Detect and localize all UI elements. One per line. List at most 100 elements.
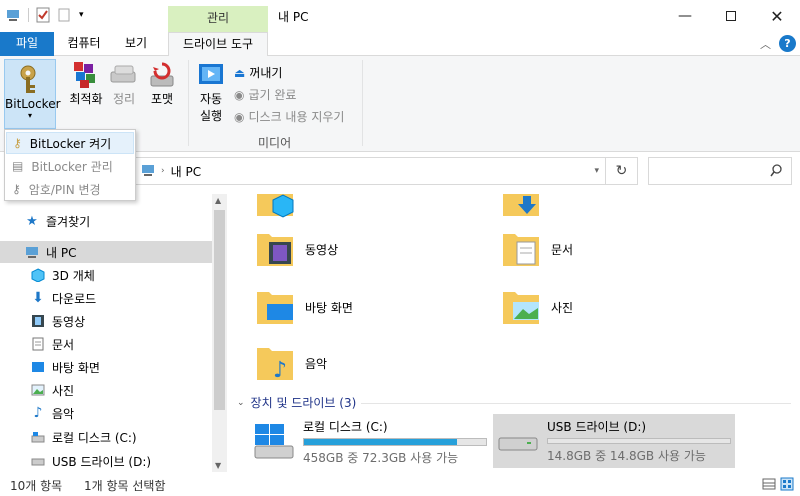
music-icon: ♪ (33, 405, 43, 421)
refresh-icon: ↻ (615, 163, 628, 179)
video-icon (30, 313, 46, 329)
scroll-up-icon[interactable]: ▲ (215, 196, 221, 205)
tab-drive-tools[interactable]: 드라이브 도구 (168, 32, 268, 57)
quick-access-toolbar: ▾ (6, 7, 95, 23)
search-input[interactable] (648, 157, 792, 185)
autoplay-label-line2: 실행 (199, 109, 223, 123)
format-button[interactable]: 포맷 (144, 60, 180, 120)
devices-section-header[interactable]: ⌄ 장치 및 드라이브 (3) (237, 394, 356, 411)
refresh-button[interactable]: ↻ (606, 157, 638, 185)
new-folder-icon[interactable] (57, 7, 73, 23)
close-button[interactable]: ✕ (754, 0, 800, 32)
tab-view[interactable]: 보기 (116, 32, 156, 56)
svg-text:♪: ♪ (273, 358, 287, 382)
nav-item-label: 로컬 디스크 (C:) (52, 430, 137, 445)
nav-item-3d-objects[interactable]: 3D 개체 (0, 264, 212, 286)
folder-videos[interactable]: 동영상 (255, 228, 338, 271)
folder-label: 바탕 화면 (305, 301, 353, 315)
status-bar: 10개 항목 1개 항목 선택함 (0, 474, 800, 496)
autoplay-button[interactable]: 자동 실행 (192, 60, 230, 130)
eject-button[interactable]: ⏏ 꺼내기 (234, 64, 282, 81)
windows-drive-icon (253, 418, 295, 466)
folder-3d-objects[interactable] (255, 194, 295, 221)
folder-downloads[interactable] (501, 194, 541, 221)
folder-pictures[interactable]: 사진 (501, 286, 573, 329)
eject-icon: ⏏ (234, 65, 246, 80)
tab-file[interactable]: 파일 (0, 32, 54, 56)
divider (361, 403, 791, 404)
breadcrumb[interactable]: 내 PC (171, 163, 201, 180)
drive-usb[interactable]: USB 드라이브 (D:) 14.8GB 중 14.8GB 사용 가능 (493, 414, 735, 468)
drive-local-disk[interactable]: 로컬 디스크 (C:) 458GB 중 72.3GB 사용 가능 (251, 416, 487, 468)
chevron-down-icon[interactable]: ▾ (79, 7, 95, 23)
nav-item-label: 다운로드 (52, 291, 97, 306)
nav-item-this-pc[interactable]: 내 PC (0, 241, 212, 263)
minimize-icon: — (678, 8, 692, 24)
properties-icon[interactable] (35, 7, 51, 23)
large-icons-view-icon[interactable] (780, 477, 794, 494)
divider (188, 60, 189, 146)
menu-item-bitlocker-manage[interactable]: ▤ BitLocker 관리 (6, 155, 134, 177)
erase-disc-label: 디스크 내용 지우기 (248, 110, 345, 124)
finish-burning-label: 굽기 완료 (248, 88, 297, 102)
drive-free-space: 458GB 중 72.3GB 사용 가능 (303, 451, 459, 465)
maximize-button[interactable] (708, 0, 754, 32)
nav-item-videos[interactable]: 동영상 (0, 310, 212, 332)
menu-item-bitlocker-on[interactable]: ⚷ BitLocker 켜기 (6, 132, 134, 154)
folder-label: 음악 (305, 357, 328, 371)
format-label: 포맷 (150, 92, 174, 106)
document-folder-icon (501, 228, 541, 271)
pictures-folder-icon (501, 286, 541, 329)
bitlocker-menu: ⚷ BitLocker 켜기 ▤ BitLocker 관리 ⚷ 암호/PIN 변… (4, 129, 136, 201)
pc-icon[interactable] (6, 7, 22, 23)
content-pane: 동영상 문서 바탕 화면 사진 ♪ 음악 ⌄ 장치 및 드라이브 (3) 로컬 … (227, 194, 800, 472)
nav-item-desktop[interactable]: 바탕 화면 (0, 356, 212, 378)
optimize-button[interactable]: 최적화 (64, 60, 108, 120)
nav-item-usb-drive[interactable]: USB 드라이브 (D:) (0, 450, 212, 472)
tab-computer[interactable]: 컴퓨터 (60, 32, 108, 56)
folder-label: 문서 (551, 243, 574, 257)
chevron-down-icon[interactable]: ▾ (594, 166, 599, 176)
nav-item-label: 사진 (52, 383, 75, 398)
nav-item-favorites[interactable]: ★ 즐겨찾기 (0, 210, 212, 232)
details-view-icon[interactable] (762, 477, 776, 494)
chevron-up-icon[interactable]: ︿ (760, 36, 771, 52)
menu-item-label: 암호/PIN 변경 (28, 182, 101, 197)
scroll-down-icon[interactable]: ▼ (215, 461, 221, 470)
drive-usage-bar (547, 438, 731, 444)
download-icon: ⬇ (32, 290, 44, 306)
menu-item-change-pin[interactable]: ⚷ 암호/PIN 변경 (6, 178, 134, 200)
context-tab-manage[interactable]: 관리 (168, 6, 268, 32)
erase-disc-button[interactable]: ◉ 디스크 내용 지우기 (234, 108, 344, 125)
nav-item-label: 바탕 화면 (52, 360, 100, 375)
nav-item-documents[interactable]: 문서 (0, 333, 212, 355)
folder-desktop[interactable]: 바탕 화면 (255, 286, 353, 329)
pc-icon (141, 163, 155, 180)
minimize-button[interactable]: — (662, 0, 708, 32)
cleanup-button[interactable]: 정리 (108, 60, 140, 120)
folder-music[interactable]: ♪ 음악 (255, 342, 327, 385)
drive-usage-fill (304, 439, 457, 445)
divider (28, 8, 29, 22)
title-bar: ▾ 관리 내 PC — ✕ (0, 0, 800, 32)
drive-free-space: 14.8GB 중 14.8GB 사용 가능 (547, 449, 706, 463)
help-icon[interactable]: ? (779, 35, 796, 52)
address-bar[interactable]: › 내 PC ▾ (134, 157, 606, 185)
key-icon: ⚷ (13, 136, 22, 150)
view-switcher (762, 477, 794, 494)
nav-item-label: 동영상 (52, 314, 86, 329)
autoplay-label-line1: 자동 (199, 92, 223, 106)
music-folder-icon: ♪ (255, 342, 295, 385)
scrollbar-thumb[interactable] (214, 210, 225, 410)
nav-item-music[interactable]: ♪ 음악 (0, 402, 212, 424)
nav-item-pictures[interactable]: 사진 (0, 379, 212, 401)
erase-disc-icon: ◉ (234, 109, 245, 124)
nav-item-local-disk[interactable]: 로컬 디스크 (C:) (0, 426, 212, 448)
breadcrumb-separator-icon[interactable]: › (161, 166, 165, 176)
nav-scrollbar[interactable]: ▲ ▼ (212, 194, 227, 472)
folder-documents[interactable]: 문서 (501, 228, 573, 271)
nav-item-downloads[interactable]: ⬇ 다운로드 (0, 287, 212, 309)
finish-burning-button[interactable]: ◉ 굽기 완료 (234, 86, 296, 103)
navigation-pane: ★ 즐겨찾기 내 PC 3D 개체 ⬇ 다운로드 동영상 문서 바탕 화면 사진… (0, 194, 212, 474)
bitlocker-button[interactable]: BitLocker ▾ (4, 59, 61, 129)
